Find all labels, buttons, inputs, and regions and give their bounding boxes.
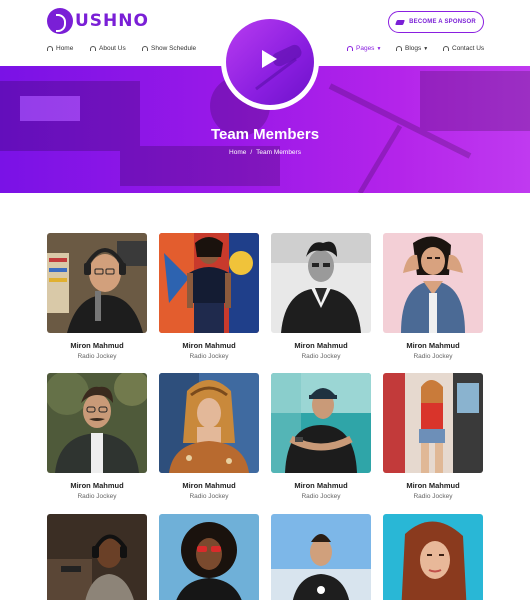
headphones-icon [142, 46, 148, 51]
headphones-icon [90, 46, 96, 51]
team-member-name: Miron Mahmud [182, 341, 236, 350]
team-card[interactable]: Miron Mahmud Radio Jockey [383, 233, 483, 360]
team-card[interactable]: Miron Mahmud Radio Jockey [383, 373, 483, 500]
team-member-photo [271, 514, 371, 600]
team-member-photo [271, 373, 371, 473]
team-card[interactable]: Miron Mahmud Radio Jockey [159, 373, 259, 500]
team-member-photo [47, 373, 147, 473]
team-card[interactable]: Miron Mahmud Radio Jockey [47, 233, 147, 360]
breadcrumb-separator: / [250, 149, 253, 156]
team-member-role: Radio Jockey [189, 493, 229, 500]
become-sponsor-button[interactable]: BECOME A SPONSOR [388, 11, 484, 33]
team-member-name: Miron Mahmud [182, 481, 236, 490]
logo[interactable]: USHNO [47, 8, 149, 34]
team-member-name: Miron Mahmud [406, 481, 460, 490]
team-member-name: Miron Mahmud [70, 341, 124, 350]
chevron-down-icon: ▼ [423, 45, 429, 52]
nav-about-us-label: About Us [99, 45, 126, 52]
become-sponsor-label: BECOME A SPONSOR [409, 19, 476, 25]
team-card[interactable]: Miron Mahmud Radio Jockey [271, 373, 371, 500]
nav-home-label: Home [56, 45, 74, 52]
team-member-name: Miron Mahmud [294, 341, 348, 350]
nav-pages[interactable]: Pages ▼ [347, 45, 381, 52]
team-card[interactable] [271, 514, 371, 600]
logo-text: USHNO [75, 11, 149, 31]
team-member-name: Miron Mahmud [294, 481, 348, 490]
team-member-photo [159, 514, 259, 600]
headphones-icon [443, 46, 449, 51]
team-member-photo [159, 233, 259, 333]
nav-home[interactable]: Home [47, 45, 73, 52]
team-card[interactable] [383, 514, 483, 600]
play-icon[interactable] [262, 50, 277, 68]
team-card[interactable] [159, 514, 259, 600]
team-member-photo [159, 373, 259, 473]
headphones-icon [396, 46, 402, 51]
team-member-role: Radio Jockey [77, 353, 117, 360]
chevron-down-icon: ▼ [376, 45, 382, 52]
team-member-role: Radio Jockey [189, 353, 229, 360]
nav-contact-us-label: Contact Us [452, 45, 485, 52]
nav-blogs[interactable]: Blogs ▼ [396, 45, 428, 52]
headphones-icon [47, 46, 53, 51]
breadcrumb-home[interactable]: Home [229, 149, 246, 156]
team-member-name: Miron Mahmud [70, 481, 124, 490]
team-member-photo [271, 233, 371, 333]
nav-pages-label: Pages [356, 45, 375, 52]
ticket-icon [395, 19, 406, 25]
team-member-name: Miron Mahmud [406, 341, 460, 350]
team-card[interactable]: Miron Mahmud Radio Jockey [159, 233, 259, 360]
team-member-photo [47, 514, 147, 600]
team-member-role: Radio Jockey [413, 493, 453, 500]
team-member-role: Radio Jockey [301, 493, 341, 500]
breadcrumb: Home / Team Members [0, 149, 530, 156]
nav-contact-us[interactable]: Contact Us [443, 45, 484, 52]
nav-show-schedule-label: Show Schedule [151, 45, 197, 52]
team-member-role: Radio Jockey [301, 353, 341, 360]
nav-blogs-label: Blogs [405, 45, 422, 52]
team-card[interactable]: Miron Mahmud Radio Jockey [271, 233, 371, 360]
page-title: Team Members [210, 126, 320, 143]
team-card[interactable] [47, 514, 147, 600]
nav-show-schedule[interactable]: Show Schedule [142, 45, 196, 52]
headphones-icon [347, 46, 353, 51]
team-member-role: Radio Jockey [77, 493, 117, 500]
team-member-photo [47, 233, 147, 333]
team-card[interactable]: Miron Mahmud Radio Jockey [47, 373, 147, 500]
team-member-role: Radio Jockey [413, 353, 453, 360]
nav-about-us[interactable]: About Us [90, 45, 126, 52]
team-member-photo [383, 373, 483, 473]
logo-icon [47, 8, 73, 34]
team-member-photo [383, 233, 483, 333]
breadcrumb-current: Team Members [256, 149, 301, 156]
team-member-photo [383, 514, 483, 600]
